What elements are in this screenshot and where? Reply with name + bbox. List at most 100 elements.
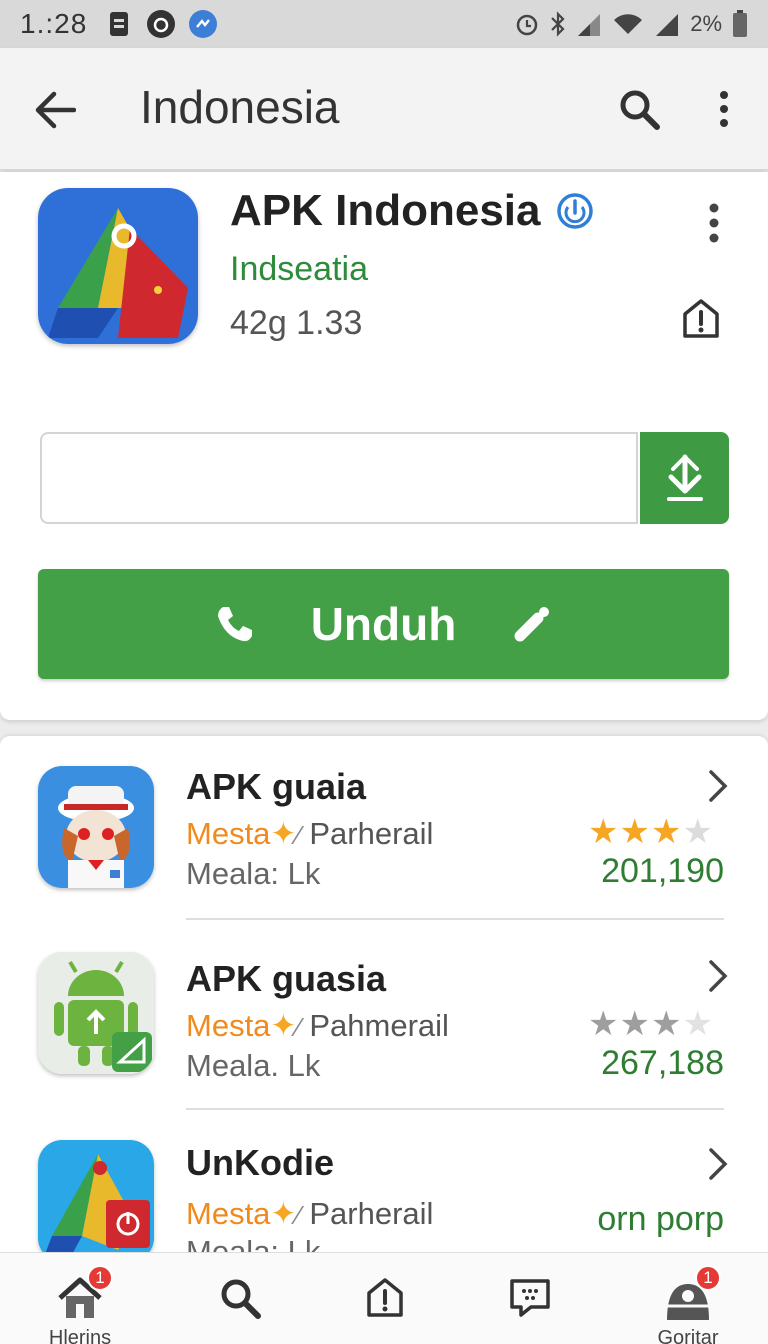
- message-icon: [503, 1273, 557, 1323]
- messenger-icon: [189, 10, 218, 38]
- list-item-tag: Mesta: [186, 1196, 271, 1231]
- notification-icons: [105, 10, 218, 38]
- account-icon: 1: [661, 1265, 721, 1323]
- rating-stars: ★★★★: [588, 812, 714, 852]
- search-icon: [620, 90, 660, 130]
- list-item[interactable]: UnKodie Mesta✦⁄ Parherail Meala: Lk orn …: [0, 1116, 768, 1256]
- app-meta: 42g 1.33: [230, 304, 363, 342]
- pill-icon: [514, 607, 550, 642]
- download-arrow-icon: [666, 454, 703, 501]
- search-button[interactable]: [612, 82, 666, 136]
- page-title: Indonesia: [140, 81, 340, 133]
- app-detail-card: APK Indonesia Indseatia 42g 1.33 Unduh: [0, 172, 768, 720]
- overflow-menu-button[interactable]: [702, 82, 746, 136]
- weibo-icon: [147, 10, 176, 38]
- list-item-subtitle: Mesta✦⁄ Parherail: [186, 1196, 433, 1232]
- download-count: 267,188: [601, 1044, 724, 1082]
- more-vert-icon: [709, 203, 719, 243]
- notification-badge: 1: [87, 1265, 113, 1291]
- chevron-right-icon: [700, 956, 736, 996]
- sparkle-icon: ✦: [270, 816, 297, 851]
- list-item-tag: Mesta: [186, 816, 271, 851]
- star-icon: ★: [650, 813, 683, 851]
- divider: [186, 1108, 724, 1110]
- signal-icon-2: [656, 14, 679, 36]
- star-icon: ★: [650, 1005, 683, 1043]
- list-item-title: APK guasia: [186, 958, 387, 999]
- nav-label: Goritar: [657, 1327, 719, 1344]
- unduh-label: Unduh: [310, 598, 457, 650]
- share-button[interactable]: [676, 294, 726, 344]
- signal-icon: [578, 14, 601, 36]
- star-icon: ★: [588, 1005, 620, 1043]
- list-item-subtitle: Mesta✦⁄ Parherail: [186, 816, 433, 852]
- wifi-icon: [614, 14, 643, 34]
- nav-messages[interactable]: [470, 1253, 590, 1344]
- list-item[interactable]: APK guaia Mesta✦⁄ Parherail Meala: Lk ★★…: [0, 736, 768, 926]
- sparkle-icon: ✦: [270, 1196, 297, 1231]
- nav-search[interactable]: [180, 1253, 300, 1344]
- list-item-subtitle: Mesta✦⁄ Pahmerail: [186, 1008, 449, 1044]
- list-item[interactable]: APK guasia Mesta✦⁄ Pahmerail Meala. Lk ★…: [0, 926, 768, 1116]
- home-icon: 1: [53, 1265, 113, 1323]
- share-icon: [683, 299, 719, 338]
- download-count: orn porp: [597, 1200, 724, 1238]
- divider-glyph: ⁄: [296, 1012, 301, 1042]
- app-mascot-icon: [38, 766, 154, 888]
- list-item-meta: Meala. Lk: [186, 1048, 321, 1083]
- nav-home[interactable]: 1 Hlerins: [20, 1253, 140, 1344]
- search-icon: [213, 1273, 267, 1323]
- star-icon: ★: [588, 813, 620, 851]
- download-arrow-button[interactable]: [640, 432, 729, 524]
- sim-icon: [105, 10, 133, 38]
- star-icon: ★: [619, 1005, 651, 1043]
- list-item-title: UnKodie: [186, 1142, 334, 1183]
- nav-share[interactable]: [325, 1253, 445, 1344]
- download-url-field[interactable]: [40, 432, 638, 524]
- app-name: APK Indonesia: [230, 186, 541, 235]
- chevron-right-icon: [700, 1144, 736, 1184]
- android-app-icon: [38, 952, 154, 1074]
- sparkle-icon: ✦: [270, 1008, 297, 1043]
- phone-icon: [217, 607, 252, 642]
- app-logo-icon: [38, 188, 198, 344]
- verified-badge-icon: [556, 193, 593, 229]
- app-bar: Indonesia: [0, 48, 768, 170]
- bottom-navigation: 1 Hlerins 1 Goritar: [0, 1252, 768, 1344]
- alarm-icon: [516, 14, 538, 36]
- nav-account[interactable]: 1 Goritar: [628, 1253, 748, 1344]
- download-count: 201,190: [601, 852, 724, 890]
- divider-glyph: ⁄: [296, 1200, 301, 1230]
- arrow-back-icon: [35, 91, 76, 129]
- status-time: 1.:28: [20, 8, 88, 39]
- list-item-tag: Mesta: [186, 1008, 271, 1043]
- list-item-category: Parherail: [309, 1196, 434, 1231]
- star-empty-icon: ★: [682, 1005, 714, 1043]
- list-item-meta: Meala: Lk: [186, 856, 321, 891]
- list-item-category: Parherail: [309, 816, 434, 851]
- rating-stars: ★★★★: [588, 1004, 714, 1044]
- bluetooth-icon: [551, 11, 565, 37]
- related-apps-list: APK guaia Mesta✦⁄ Parherail Meala: Lk ★★…: [0, 736, 768, 1256]
- list-item-title: APK guaia: [186, 766, 367, 807]
- status-bar: 1.:28 2%: [0, 0, 768, 48]
- app-developer[interactable]: Indseatia: [230, 250, 368, 289]
- app-title-row: APK Indonesia: [230, 186, 595, 236]
- battery-icon: [733, 10, 747, 37]
- divider-glyph: ⁄: [296, 820, 301, 850]
- star-icon: ★: [619, 813, 651, 851]
- list-item-category: Pahmerail: [309, 1008, 449, 1043]
- battery-percent: 2%: [690, 11, 722, 36]
- kodie-app-icon: [38, 1140, 154, 1256]
- more-vert-icon: [720, 91, 728, 127]
- star-empty-icon: ★: [682, 813, 714, 851]
- back-button[interactable]: [28, 84, 80, 136]
- status-right-icons: 2%: [514, 10, 748, 38]
- chevron-right-icon: [700, 766, 736, 806]
- unduh-button[interactable]: Unduh: [38, 569, 729, 679]
- divider: [186, 918, 724, 920]
- share-icon: [358, 1273, 412, 1323]
- nav-label: Hlerins: [48, 1327, 112, 1344]
- app-more-button[interactable]: [692, 196, 736, 250]
- notification-badge: 1: [695, 1265, 721, 1291]
